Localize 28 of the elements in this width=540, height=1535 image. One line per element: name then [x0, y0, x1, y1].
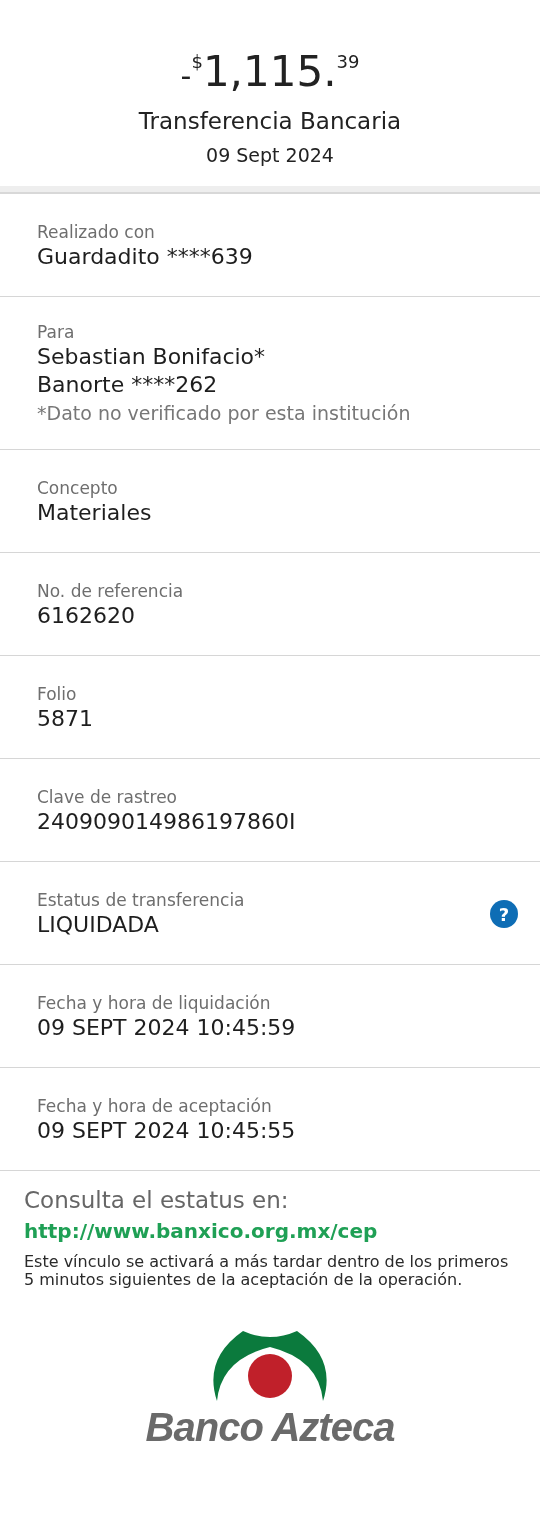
- field-value: 09 SEPT 2024 10:45:55: [37, 1117, 296, 1145]
- field-value: Banorte ****262: [37, 371, 219, 399]
- field-label: Concepto: [37, 477, 119, 499]
- transfer-date: 09 Sept 2024: [206, 144, 334, 166]
- field-value: 5871: [37, 705, 93, 733]
- field-note: *Dato no verificado por esta institución: [37, 401, 411, 426]
- field-value: Guardadito ****639: [37, 243, 253, 271]
- field-value: Sebastian Bonifacio*: [37, 343, 267, 371]
- transfer-type: Transferencia Bancaria: [138, 108, 402, 134]
- help-icon[interactable]: ?: [490, 900, 518, 928]
- field-label: Realizado con: [37, 221, 156, 243]
- field-value: 09 SEPT 2024 10:45:59: [37, 1014, 296, 1042]
- banxico-link[interactable]: http://www.banxico.org.mx/cep: [24, 1219, 378, 1243]
- field-label: Estatus de transferencia: [37, 889, 245, 911]
- field-label: No. de referencia: [37, 580, 184, 602]
- field-value: 240909014986197860I: [37, 808, 296, 836]
- field-value: 6162620: [37, 602, 136, 630]
- field-value: Materiales: [37, 499, 152, 527]
- amount: -$^{$}$1,115.$^{39}$: [180, 46, 360, 98]
- disclaimer-text: Este vínculo se activará a más tardar dentro de los primeros 5 minutos siguientes de la aceptación de la operación.: [24, 1253, 510, 1289]
- field-label: Clave de rastreo: [37, 786, 178, 808]
- field-label: Para: [37, 321, 76, 343]
- field-value: LIQUIDADA: [37, 911, 160, 939]
- field-label: Fecha y hora de aceptación: [37, 1095, 273, 1117]
- field-label: Fecha y hora de liquidación: [37, 992, 272, 1014]
- status-heading: Consulta el estatus en:: [24, 1187, 290, 1213]
- logo-text: Banco Azteca: [145, 1405, 395, 1450]
- field-label: Folio: [37, 683, 78, 705]
